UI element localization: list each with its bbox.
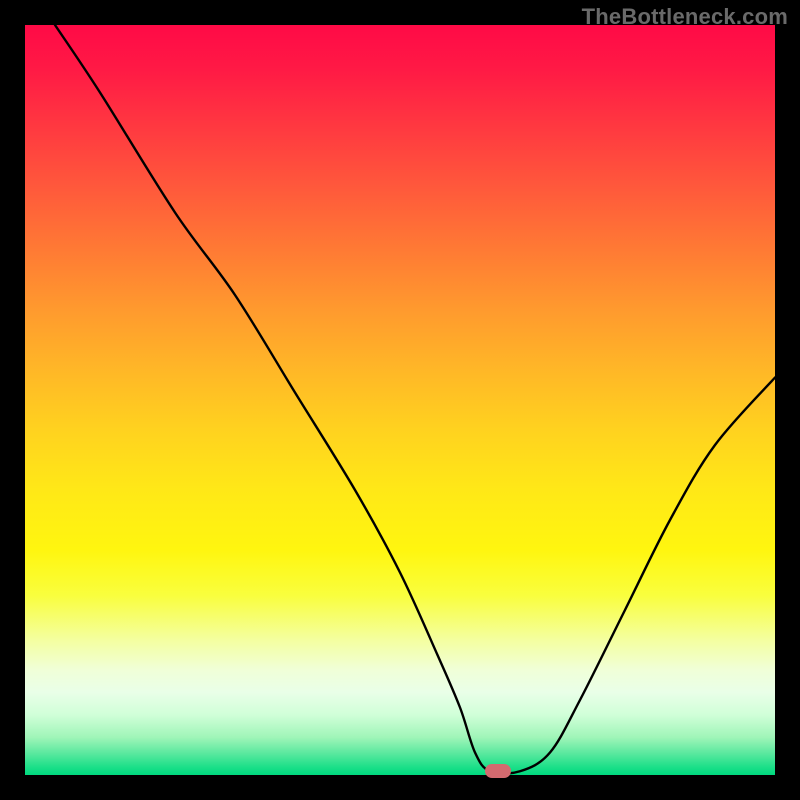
watermark-text: TheBottleneck.com xyxy=(582,4,788,30)
chart-frame: TheBottleneck.com xyxy=(0,0,800,800)
optimal-marker xyxy=(485,764,511,778)
chart-plot-area xyxy=(25,25,775,775)
